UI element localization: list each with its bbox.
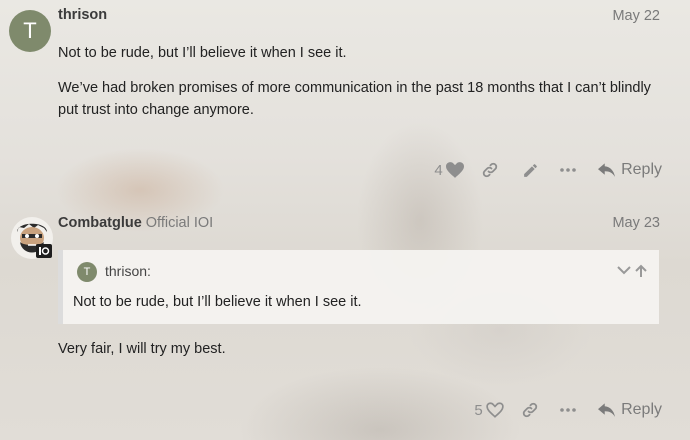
reply-button[interactable]: Reply xyxy=(598,395,662,425)
reply-label: Reply xyxy=(621,401,662,418)
more-button[interactable] xyxy=(550,395,586,425)
quote-text: Not to be rude, but I’ll believe it when… xyxy=(73,294,362,310)
post-paragraph: Very fair, I will try my best. xyxy=(58,341,226,357)
post-combatglue: Combatglue Official IOI May 23 T thrison:… xyxy=(0,0,690,440)
link-icon xyxy=(522,402,538,418)
quote-avatar: T xyxy=(77,262,97,282)
arrow-up-icon[interactable] xyxy=(635,264,647,278)
user-flair: Official IOI xyxy=(145,215,214,231)
quote-controls xyxy=(617,264,647,278)
chevron-down-icon[interactable] xyxy=(617,264,631,276)
avatar[interactable] xyxy=(10,216,54,260)
like-button[interactable]: 5 xyxy=(468,395,510,425)
quote-avatar-letter: T xyxy=(83,266,91,278)
more-icon xyxy=(560,408,576,412)
post-actions: 5 Reply xyxy=(468,395,662,425)
quote-username: thrison: xyxy=(105,263,151,279)
reply-arrow-icon xyxy=(598,402,616,417)
username[interactable]: Combatglue Official IOI xyxy=(58,215,213,231)
username-text: Combatglue xyxy=(58,215,142,231)
quote-block: T thrison: Not to be rude, but I’ll beli… xyxy=(58,250,659,324)
like-count: 5 xyxy=(474,401,483,419)
heart-icon xyxy=(486,402,504,418)
post-date[interactable]: May 23 xyxy=(612,215,660,231)
copy-link-button[interactable] xyxy=(510,395,550,425)
